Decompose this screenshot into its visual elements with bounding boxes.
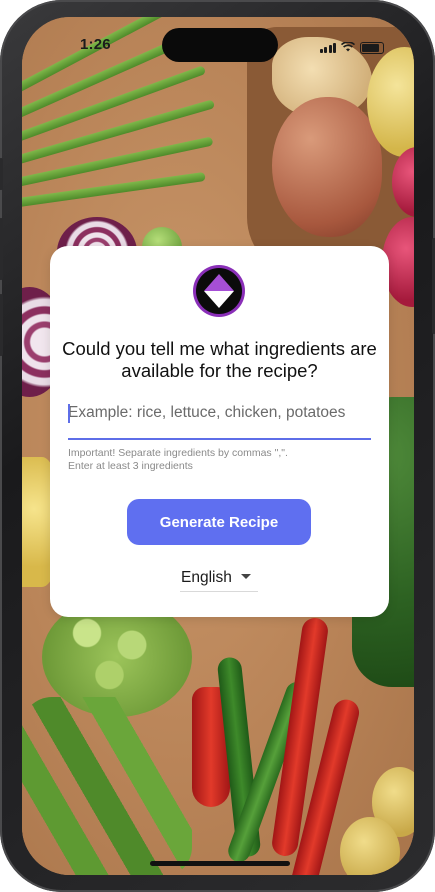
snap-peas <box>22 697 192 875</box>
wifi-icon <box>340 39 356 57</box>
ingredients-input-field[interactable] <box>68 398 371 440</box>
dynamic-island <box>162 28 278 62</box>
ingredients-input[interactable] <box>68 404 371 422</box>
status-time: 1:26 <box>80 36 111 53</box>
battery-icon <box>360 42 384 54</box>
sweet-potato <box>272 97 382 237</box>
cellular-signal-icon <box>319 43 336 53</box>
phone-frame: 1:26 Could you tell me what ingredients … <box>0 0 435 892</box>
text-cursor <box>68 404 70 423</box>
hint-minimum-text: Enter at least 3 ingredients <box>68 460 193 472</box>
language-selected: English <box>181 569 232 586</box>
volume-up-button <box>0 218 3 280</box>
status-icons <box>319 39 384 57</box>
screen: 1:26 Could you tell me what ingredients … <box>22 17 414 875</box>
language-dropdown[interactable]: English <box>180 565 258 592</box>
hint-separator-text: Important! Separate ingredients by comma… <box>68 447 288 459</box>
ingredients-question: Could you tell me what ingredients are a… <box>62 338 377 381</box>
action-button <box>0 158 3 190</box>
ingredients-hint: Important! Separate ingredients by comma… <box>68 447 288 473</box>
home-indicator[interactable] <box>150 861 290 866</box>
dropdown-arrow-icon <box>241 574 251 579</box>
generate-recipe-button[interactable]: Generate Recipe <box>127 499 311 545</box>
ingredients-card: Could you tell me what ingredients are a… <box>50 246 389 617</box>
app-logo-icon <box>192 264 246 318</box>
volume-down-button <box>0 294 3 356</box>
